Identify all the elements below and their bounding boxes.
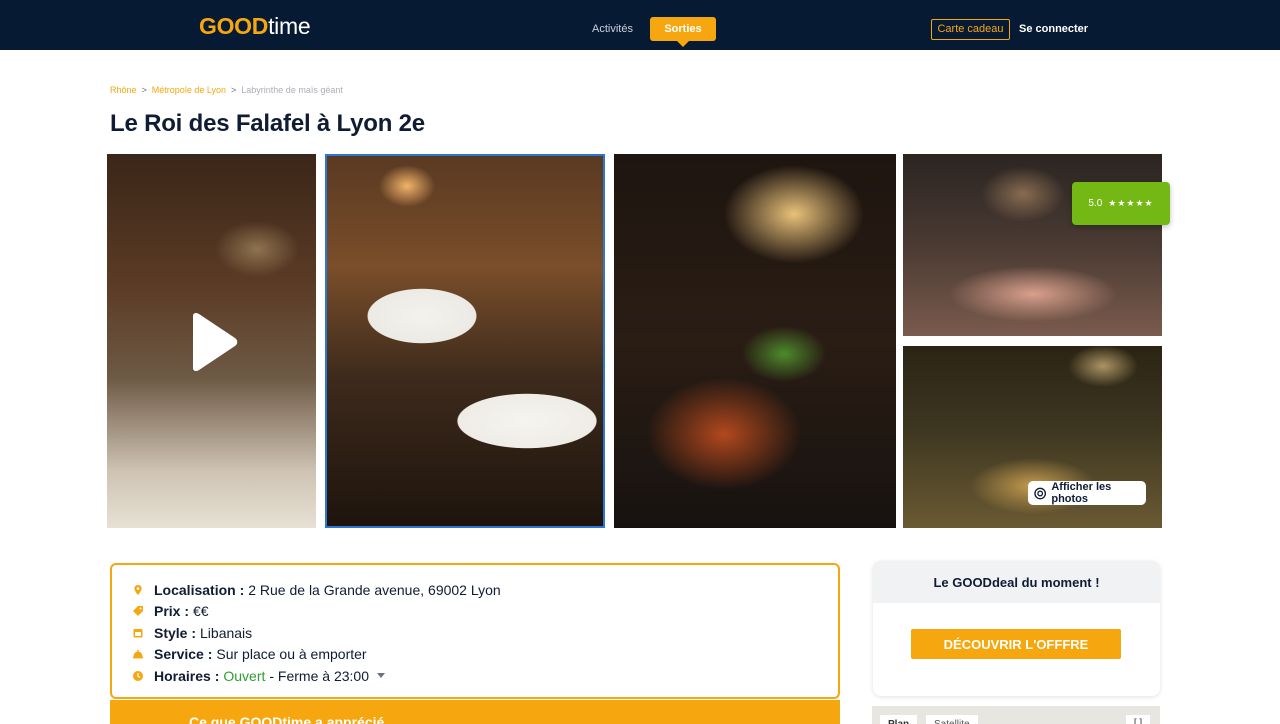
breadcrumb-item-current: Labyrinthe de maïs géant — [241, 85, 343, 95]
rating-badge: 5.0 ★★★★★ — [1072, 182, 1170, 225]
location-value: 2 Rue de la Grande avenue, 69002 Lyon — [248, 581, 501, 598]
gift-card-button[interactable]: Carte cadeau — [931, 19, 1010, 40]
goodtime-logo[interactable]: GOOD time — [199, 12, 311, 40]
video-thumbnail[interactable] — [107, 154, 316, 528]
map-fullscreen-icon[interactable]: [ ] — [1126, 715, 1150, 724]
hours-closing-time: - Ferme à 23:00 — [269, 667, 369, 684]
map-tab-plan[interactable]: Plan — [880, 715, 918, 724]
price-value: €€ — [193, 603, 209, 620]
login-link[interactable]: Se connecter — [1019, 19, 1088, 40]
show-photos-label: Afficher les photos — [1051, 481, 1112, 505]
hours-status-open: Ouvert — [223, 667, 266, 684]
restaurant-info-card: Localisation : 2 Rue de la Grande avenue… — [110, 563, 840, 699]
calendar-style-icon — [133, 628, 143, 638]
service-label: Service : — [154, 646, 213, 663]
breadcrumb-item-rhone[interactable]: Rhône — [110, 85, 137, 95]
location-pin-icon — [134, 584, 142, 595]
info-row-price: Prix : €€ — [132, 601, 838, 623]
style-value: Libanais — [200, 624, 253, 641]
page-title: Le Roi des Falafel à Lyon 2e — [110, 110, 425, 137]
nav-tab-activites[interactable]: Activités — [582, 17, 643, 41]
rating-value: 5.0 — [1088, 198, 1103, 209]
breadcrumb-separator: > — [231, 85, 237, 95]
photo-circle-icon — [1034, 487, 1047, 499]
map-widget[interactable]: Plan Satellite [ ] — [872, 706, 1160, 724]
appreciated-section-header: Ce que GOODtime a apprécié — [110, 700, 840, 724]
map-tab-satellite[interactable]: Satellite — [926, 715, 978, 724]
price-tag-icon — [133, 606, 143, 617]
clock-icon — [133, 670, 143, 681]
breadcrumb: Rhône > Métropole de Lyon > Labyrinthe d… — [110, 84, 343, 96]
gooddeal-title: Le GOODdeal du moment ! — [873, 561, 1160, 603]
show-photos-button[interactable]: Afficher les photos — [1028, 481, 1146, 505]
info-row-location: Localisation : 2 Rue de la Grande avenue… — [132, 579, 838, 601]
star-icons: ★★★★★ — [1108, 198, 1154, 208]
gooddeal-card: Le GOODdeal du moment ! DÉCOUVRIR L'OFFF… — [873, 561, 1160, 696]
hours-dropdown-caret-icon[interactable] — [376, 673, 385, 679]
play-icon[interactable] — [187, 312, 239, 372]
logo-good-text: GOOD — [199, 12, 269, 39]
logo-time-text: time — [268, 12, 311, 39]
photo-salad-plates[interactable] — [325, 154, 605, 528]
nav-tab-sorties[interactable]: Sorties — [650, 17, 716, 47]
style-label: Style : — [154, 624, 197, 641]
discover-offer-button[interactable]: DÉCOUVRIR L'OFFFRE — [911, 629, 1121, 659]
hours-label: Horaires : — [154, 667, 220, 684]
info-row-style: Style : Libanais — [132, 622, 838, 644]
service-value: Sur place ou à emporter — [216, 646, 367, 663]
breadcrumb-separator: > — [141, 85, 147, 95]
top-navigation-bar: GOOD time Activités Sorties Carte cadeau … — [0, 0, 1280, 50]
photo-naan-fried-dish[interactable] — [614, 154, 896, 528]
appreciated-title: Ce que GOODtime a apprécié — [189, 714, 385, 724]
breadcrumb-item-metropole[interactable]: Métropole de Lyon — [152, 85, 226, 95]
info-row-hours[interactable]: Horaires : Ouvert - Ferme à 23:00 — [132, 665, 838, 687]
location-label: Localisation : — [154, 581, 245, 598]
info-row-service: Service : Sur place ou à emporter — [132, 644, 838, 666]
cloche-service-icon — [133, 649, 143, 659]
price-label: Prix : — [154, 603, 190, 620]
